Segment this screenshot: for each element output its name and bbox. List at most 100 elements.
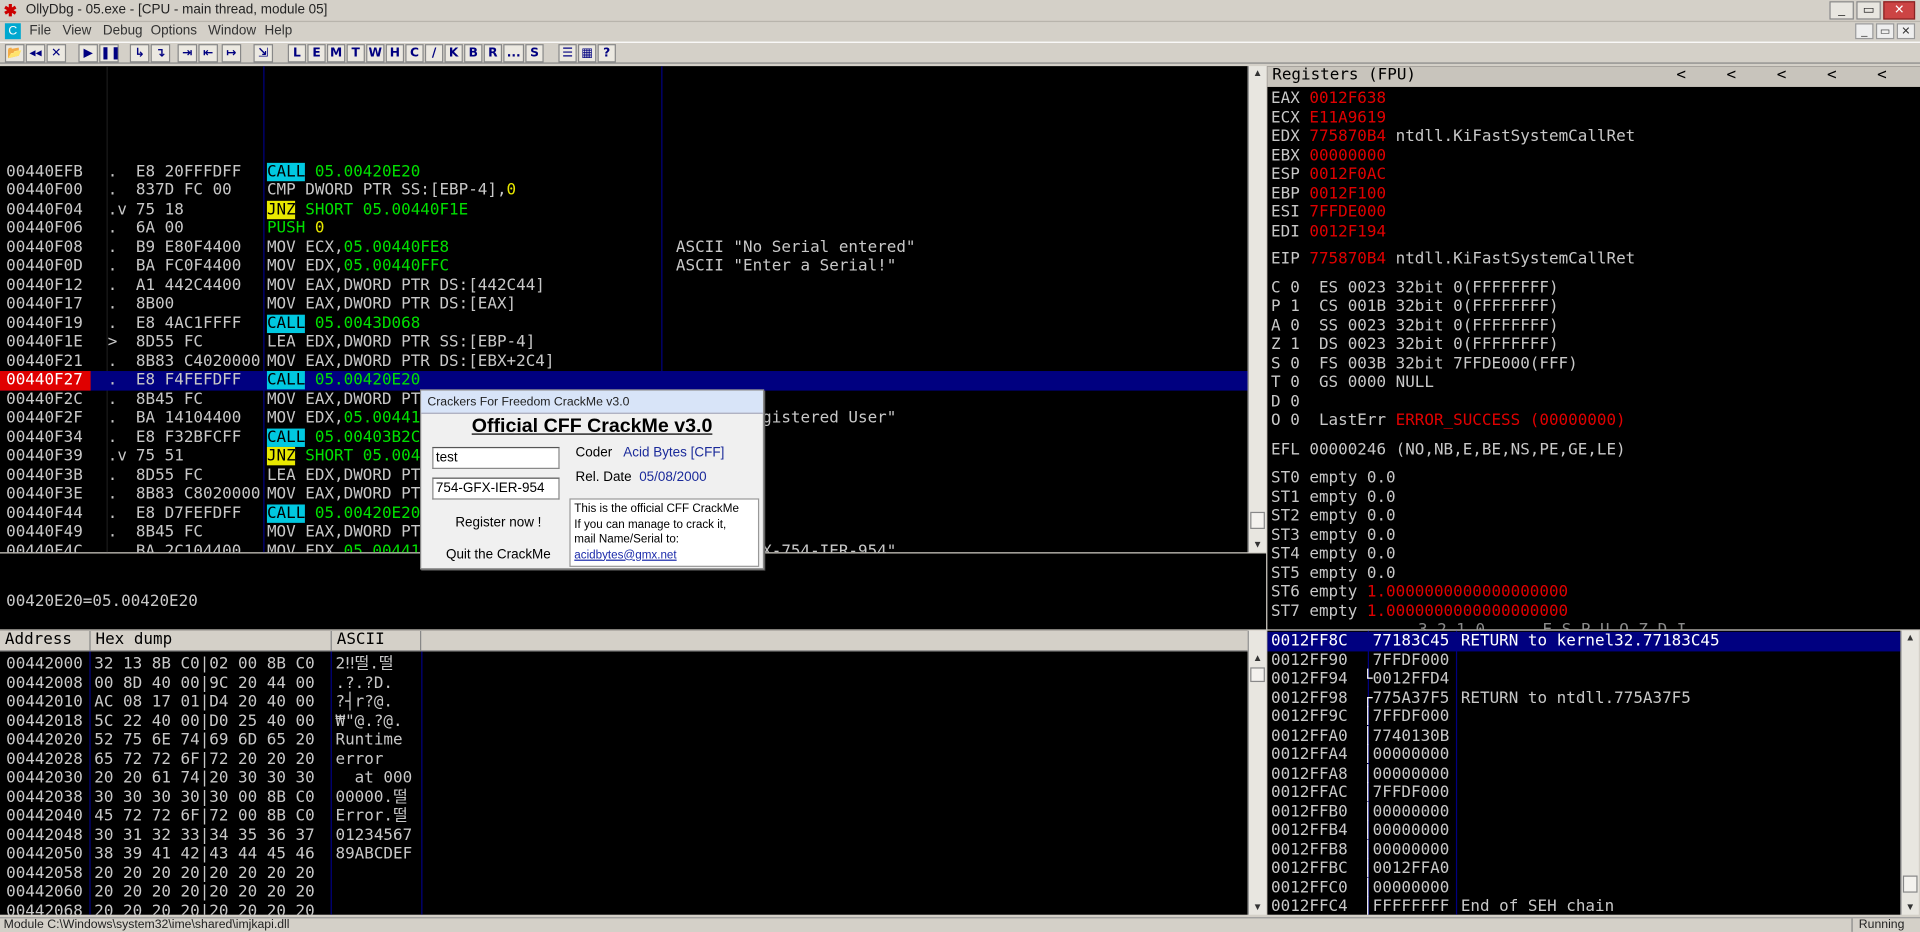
grid-icon[interactable]: ▦ bbox=[577, 44, 597, 63]
dump-row[interactable]: 00442030 20 20 61 74|20 30 30 30 at 000 bbox=[0, 769, 1248, 788]
register-row[interactable]: EDX 775870B4 ntdll.KiFastSystemCallRet bbox=[1271, 127, 1635, 146]
disasm-row[interactable]: 00440EFB. E8 20FFFDFF CALL 05.00420E20 bbox=[0, 162, 1248, 181]
stack-scroll-up-icon[interactable]: ▲ bbox=[1902, 631, 1919, 646]
dump-row[interactable]: 00442058 20 20 20 20|20 20 20 20 bbox=[0, 864, 1248, 883]
close-button[interactable]: ✕ bbox=[1883, 1, 1916, 20]
disasm-row[interactable]: 00440F12. A1 442C4400 MOV EAX,DWORD PTR DS… bbox=[0, 276, 1248, 295]
register-row[interactable]: EBX 00000000 bbox=[1271, 146, 1396, 165]
stack-row[interactable]: 0012FFC0 │ 00000000 bbox=[1267, 879, 1900, 898]
register-value[interactable]: 775870B4 bbox=[1309, 127, 1386, 145]
mdi-minimize-button[interactable]: _ bbox=[1855, 23, 1874, 40]
register-value[interactable]: 00000000 bbox=[1309, 146, 1386, 164]
register-value[interactable]: 0012F638 bbox=[1309, 89, 1386, 107]
fpu-row[interactable]: ST0 empty 0.0 bbox=[1271, 469, 1396, 488]
dump-row[interactable]: 00442040 45 72 72 6F|72 00 8B C0 Error.떨 bbox=[0, 807, 1248, 826]
stack-scrollbar[interactable]: ▲ ▼ bbox=[1900, 630, 1919, 915]
disasm-row[interactable]: 00440F0D. BA FC0F4400 MOV EDX,05.00440FFC A… bbox=[0, 257, 1248, 276]
stack-row[interactable]: 0012FF8C 77183C45 RETURN to kernel32.77183… bbox=[1267, 631, 1901, 651]
disasm-row[interactable]: 00440F1E >8D55 FC LEA EDX,DWORD PTR SS:[EB… bbox=[0, 333, 1248, 352]
dump-pane[interactable]: Address Hex dump ASCII 00442000 32 13 8B … bbox=[0, 630, 1248, 915]
dump-header-address[interactable]: Address bbox=[0, 630, 91, 652]
scroll-down-icon[interactable]: ▼ bbox=[1249, 538, 1266, 553]
stack-row[interactable]: 0012FF94 └ 0012FFD4 bbox=[1267, 670, 1900, 689]
dump-row[interactable]: 00442010 AC 08 17 01|D4 20 40 00 ?┤r?@. bbox=[0, 693, 1248, 712]
mdi-maximize-button[interactable]: ▭ bbox=[1875, 23, 1895, 40]
close-program-icon[interactable]: ✕ bbox=[46, 44, 67, 63]
call-stack-window-button[interactable]: K bbox=[444, 44, 463, 63]
go-to-icon[interactable]: ⇲ bbox=[253, 44, 274, 63]
pause-icon[interactable]: ❚❚ bbox=[99, 44, 121, 63]
quit-crackme-button[interactable]: Quit the CrackMe bbox=[432, 542, 564, 566]
registers-arrow-2[interactable]: < bbox=[1722, 66, 1737, 87]
registers-arrow-5[interactable]: < bbox=[1872, 66, 1887, 87]
fpu-row[interactable]: ST7 empty 1.0000000000000000000 bbox=[1271, 602, 1568, 621]
register-now-button[interactable]: Register now ! bbox=[432, 511, 564, 535]
source-window-button[interactable]: S bbox=[525, 44, 544, 63]
dump-row[interactable]: 00442018 5C 22 40 00|D0 25 40 00 ₩"@.?@. bbox=[0, 712, 1248, 731]
register-row[interactable]: EAX 0012F638 bbox=[1271, 89, 1396, 108]
scroll-thumb[interactable] bbox=[1250, 511, 1265, 529]
registers-arrow-1[interactable]: < bbox=[1671, 66, 1686, 87]
dump-header-hex[interactable]: Hex dump bbox=[91, 630, 332, 652]
author-email-link[interactable]: acidbytes@gmx.net bbox=[574, 548, 754, 563]
dump-row[interactable]: 00442020 52 75 6E 74|69 6D 65 20 Runtime bbox=[0, 731, 1248, 750]
menu-file[interactable]: File bbox=[29, 23, 51, 38]
help-icon[interactable]: ? bbox=[597, 44, 616, 63]
disasm-row[interactable]: 00440F17. 8B00 MOV EAX,DWORD PTR DS:[EAX] bbox=[0, 295, 1248, 314]
stack-row[interactable]: 0012FFA0 │ 7740130B bbox=[1267, 727, 1900, 746]
mdi-close-button[interactable]: ✕ bbox=[1896, 23, 1916, 40]
register-row[interactable]: ESI 7FFDE000 bbox=[1271, 203, 1396, 222]
step-over-icon[interactable]: ↴ bbox=[150, 44, 171, 63]
windows-window-button[interactable]: W bbox=[366, 44, 385, 63]
register-row[interactable]: ESP 0012F0AC bbox=[1271, 165, 1396, 184]
register-value[interactable]: 0012F194 bbox=[1309, 222, 1386, 240]
stack-row[interactable]: 0012FFBC │ 0012FFA0 bbox=[1267, 860, 1900, 879]
dump-row[interactable]: 00442000 32 13 8B C0|02 00 8B C0 2‼떨.떨 bbox=[0, 655, 1248, 674]
list-icon[interactable]: ☰ bbox=[558, 44, 577, 63]
disasm-row[interactable]: 00440F00. 837D FC 00 CMP DWORD PTR SS:[EBP… bbox=[0, 181, 1248, 200]
serial-input[interactable]: 754-GFX-IER-954 bbox=[432, 477, 560, 500]
disasm-row[interactable]: 00440F08. B9 E80F4400 MOV ECX,05.00440FE8 A… bbox=[0, 238, 1248, 257]
register-row[interactable]: ECX E11A9619 bbox=[1271, 108, 1396, 127]
stack-scroll-thumb[interactable] bbox=[1902, 875, 1918, 893]
dump-header-ascii[interactable]: ASCII bbox=[332, 630, 422, 652]
disasm-row[interactable]: 00440F19. E8 4AC1FFFF CALL 05.0043D068 bbox=[0, 314, 1248, 333]
flag-segment-row[interactable]: Z 1 DS 0023 32bit 0(FFFFFFFF) bbox=[1271, 336, 1559, 354]
fpu-row[interactable]: ST5 empty 0.0 bbox=[1271, 564, 1396, 583]
trace-over-icon[interactable]: ⇤ bbox=[198, 44, 218, 63]
breakpoints-window-button[interactable]: B bbox=[464, 44, 483, 63]
flag-segment-row[interactable]: D 0 bbox=[1271, 392, 1300, 410]
registers-arrow-4[interactable]: < bbox=[1822, 66, 1837, 87]
dump-scroll-up-icon[interactable]: ▲ bbox=[1249, 651, 1266, 666]
eip-row[interactable]: EIP 775870B4 ntdll.KiFastSystemCallRet bbox=[1271, 250, 1635, 269]
flag-segment-row[interactable]: T 0 GS 0000 NULL bbox=[1271, 373, 1434, 391]
stack-row[interactable]: 0012FFAC │ 7FFDF000 bbox=[1267, 784, 1900, 803]
run-icon[interactable]: ▶ bbox=[78, 44, 98, 63]
name-input[interactable]: test bbox=[432, 446, 560, 469]
register-value[interactable]: E11A9619 bbox=[1309, 108, 1386, 126]
fpu-row[interactable]: ST1 empty 0.0 bbox=[1271, 488, 1396, 507]
disasm-row[interactable]: 00440F27. E8 F4FEFDFF CALL 05.00420E20 bbox=[0, 371, 1248, 391]
dump-scrollbar[interactable]: ▲ ▼ bbox=[1247, 630, 1267, 915]
flag-segment-row[interactable]: S 0 FS 003B 32bit 7FFDE000(FFF) bbox=[1271, 354, 1578, 372]
disasm-row[interactable]: 00440F04 .v 75 18 JNZ SHORT 05.00440F1E bbox=[0, 200, 1248, 219]
execute-till-return-icon[interactable]: ↦ bbox=[221, 44, 242, 63]
disasm-row[interactable]: 00440F06. 6A 00 PUSH 0 bbox=[0, 219, 1248, 238]
stack-row[interactable]: 0012FFB0 │ 00000000 bbox=[1267, 803, 1900, 822]
restart-icon[interactable]: ◂◂ bbox=[25, 44, 46, 63]
dump-scroll-down-icon[interactable]: ▼ bbox=[1249, 900, 1266, 915]
fpu-row[interactable]: ST2 empty 0.0 bbox=[1271, 507, 1396, 526]
stack-row[interactable]: 0012FF98 ┌ 775A37F5 RETURN to ntdll.775A37F… bbox=[1267, 689, 1900, 708]
stack-row[interactable]: 0012FFB8 │ 00000000 bbox=[1267, 841, 1900, 860]
dump-row[interactable]: 00442028 65 72 72 6F|72 20 20 20 error bbox=[0, 750, 1248, 769]
fpu-row[interactable]: ST4 empty 0.0 bbox=[1271, 545, 1396, 564]
references-window-button[interactable]: R bbox=[483, 44, 503, 63]
register-value[interactable]: 0012F0AC bbox=[1309, 165, 1386, 183]
cpu-window-icon[interactable]: C bbox=[4, 23, 21, 40]
flag-segment-row[interactable]: A 0 SS 0023 32bit 0(FFFFFFFF) bbox=[1271, 317, 1559, 335]
disassembly-scrollbar[interactable]: ▲ ▼ bbox=[1247, 66, 1267, 553]
register-row[interactable]: EDI 0012F194 bbox=[1271, 222, 1396, 241]
register-row[interactable]: EBP 0012F100 bbox=[1271, 184, 1396, 203]
menu-window[interactable]: Window bbox=[208, 23, 256, 38]
fpu-row[interactable]: ST6 empty 1.0000000000000000000 bbox=[1271, 583, 1568, 602]
